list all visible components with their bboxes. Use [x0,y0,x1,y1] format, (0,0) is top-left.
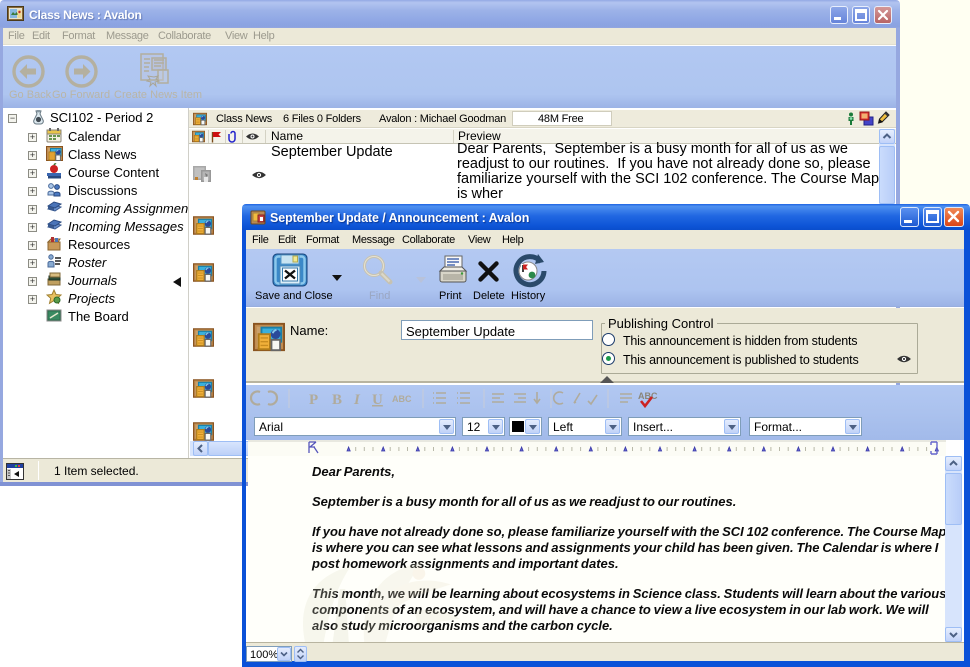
svg-text:P: P [309,392,318,408]
svg-text:ABC: ABC [392,394,412,404]
svg-text:ABC: ABC [638,391,658,401]
svg-text:I: I [353,392,361,408]
svg-text:B: B [332,392,342,408]
svg-text:U: U [372,392,383,408]
